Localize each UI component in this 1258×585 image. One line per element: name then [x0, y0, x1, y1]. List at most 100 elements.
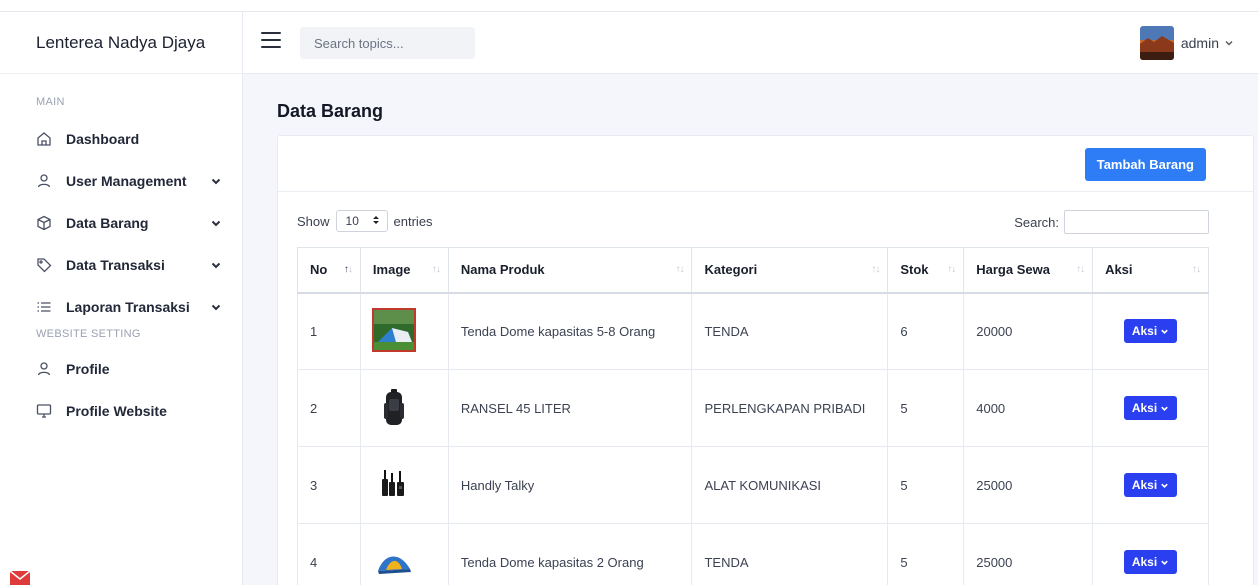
top-header: admin [243, 12, 1258, 74]
sidebar-item-label: User Management [66, 173, 187, 189]
cell-harga-sewa: 20000 [963, 292, 1094, 370]
cell-stok: 5 [887, 369, 965, 447]
cell-harga-sewa: 4000 [963, 369, 1094, 447]
cell-aksi: Aksi [1092, 369, 1209, 447]
cell-no: 1 [297, 292, 361, 370]
table-header-row: No ↑↓ Image ↑↓ Nama Produk ↑↓ Kategori ↑↓ St… [297, 247, 1209, 294]
sort-icon: ↑↓ [675, 264, 684, 275]
sort-icon: ↑↓ [947, 264, 956, 275]
sidebar-item-profile[interactable]: Profile [0, 348, 242, 390]
cell-stok: 5 [887, 446, 965, 524]
brand-name[interactable]: Lenterea Nadya Djaya [0, 12, 242, 74]
aksi-dropdown-button[interactable]: Aksi [1123, 396, 1178, 420]
user-icon [36, 173, 52, 189]
table-search: Search: [1014, 210, 1209, 234]
sidebar-item-data-barang[interactable]: Data Barang [0, 202, 242, 244]
chevron-down-icon [1161, 560, 1168, 565]
top-border [0, 0, 1258, 12]
table-row: 3 Handly Talky ALAT KOMUNIKASI 5 25000 A… [297, 446, 1209, 524]
dome-tent-photo [371, 538, 416, 583]
aksi-dropdown-button[interactable]: Aksi [1123, 550, 1178, 574]
entries-select[interactable]: 10 [335, 210, 388, 232]
cell-nama-produk: Handly Talky [447, 446, 693, 524]
chevron-down-icon [1161, 483, 1168, 488]
cell-nama-produk: Tenda Dome kapasitas 2 Orang [447, 523, 693, 585]
cell-kategori: TENDA [691, 523, 889, 585]
taskbar-app-icon[interactable] [10, 571, 30, 585]
data-table: No ↑↓ Image ↑↓ Nama Produk ↑↓ Kategori ↑↓ St… [297, 247, 1209, 585]
walkie-talkie-photo [371, 461, 416, 506]
search-input[interactable] [300, 27, 475, 59]
sidebar-item-profile-website[interactable]: Profile Website [0, 390, 242, 432]
sidebar-item-dashboard[interactable]: Dashboard [0, 118, 242, 160]
avatar [1139, 26, 1174, 60]
cell-image [359, 369, 449, 447]
column-header-nama-produk[interactable]: Nama Produk ↑↓ [447, 247, 693, 294]
section-label-main: MAIN [36, 96, 65, 108]
cell-image [359, 446, 449, 524]
sidebar: Lenterea Nadya Djaya MAIN Dashboard User… [0, 12, 243, 585]
sort-icon: ↑↓ [1192, 264, 1201, 275]
cell-no: 2 [297, 369, 361, 447]
search-label: Search: [1014, 214, 1059, 230]
user-name: admin [1180, 35, 1219, 51]
sort-icon: ↑↓ [431, 264, 441, 275]
backpack-photo [371, 384, 416, 429]
page-title: Data Barang [277, 101, 384, 121]
column-header-kategori[interactable]: Kategori ↑↓ [691, 247, 889, 294]
sort-icon: ↑↓ [871, 264, 880, 275]
aksi-dropdown-button[interactable]: Aksi [1123, 473, 1178, 497]
chevron-down-icon [210, 175, 222, 187]
cell-image [359, 292, 449, 370]
section-label-website: WEBSITE SETTING [36, 328, 141, 340]
cell-kategori: TENDA [691, 292, 889, 370]
user-menu[interactable]: admin [1139, 26, 1234, 60]
sidebar-item-label: Profile [66, 361, 110, 377]
sidebar-item-data-transaksi[interactable]: Data Transaksi [0, 244, 242, 286]
column-header-stok[interactable]: Stok ↑↓ [887, 247, 965, 294]
cell-aksi: Aksi [1092, 523, 1209, 585]
column-header-aksi[interactable]: Aksi ↑↓ [1092, 247, 1209, 294]
sidebar-item-label: Data Transaksi [66, 257, 165, 273]
add-item-button[interactable]: Tambah Barang [1084, 148, 1206, 181]
home-icon [36, 131, 52, 147]
sidebar-item-label: Profile Website [66, 403, 167, 419]
entries-length: Show 10 entries [297, 210, 433, 232]
table-row: 2 RANSEL 45 LITER PERLENGKAPAN PRIBADI 5… [297, 369, 1209, 447]
cell-aksi: Aksi [1092, 292, 1209, 370]
sort-icon: ↑↓ [1076, 264, 1085, 275]
user-icon [36, 361, 52, 377]
show-label: Show [297, 213, 330, 229]
tag-icon [36, 257, 52, 273]
table-controls: Show 10 entries Search: [297, 210, 1209, 234]
cell-aksi: Aksi [1092, 446, 1209, 524]
cell-harga-sewa: 25000 [963, 523, 1094, 585]
list-icon [36, 299, 52, 315]
sidebar-item-user-management[interactable]: User Management [0, 160, 242, 202]
chevron-down-icon [1224, 38, 1234, 48]
table-search-input[interactable] [1064, 210, 1209, 234]
box-icon [36, 215, 52, 231]
chevron-down-icon [1161, 329, 1168, 334]
sidebar-item-label: Laporan Transaksi [66, 299, 190, 315]
column-header-image[interactable]: Image ↑↓ [359, 247, 449, 294]
cell-kategori: ALAT KOMUNIKASI [691, 446, 889, 524]
menu-toggle-icon[interactable] [261, 32, 281, 48]
sidebar-item-label: Data Barang [66, 215, 149, 231]
cell-kategori: PERLENGKAPAN PRIBADI [691, 369, 889, 447]
sort-icon: ↑↓ [343, 264, 353, 275]
chevron-down-icon [1161, 406, 1168, 411]
cell-image [359, 523, 449, 585]
table-row: 4 Tenda Dome kapasitas 2 Orang TENDA 5 2… [297, 523, 1209, 585]
cell-stok: 6 [887, 292, 965, 370]
monitor-icon [36, 403, 52, 419]
table-row: 1 Tenda Dome kapasitas 5-8 Orang TENDA 6… [297, 292, 1209, 370]
column-header-harga-sewa[interactable]: Harga Sewa ↑↓ [963, 247, 1094, 294]
column-header-no[interactable]: No ↑↓ [297, 247, 361, 294]
card-header: Tambah Barang [278, 136, 1253, 192]
cell-stok: 5 [887, 523, 965, 585]
chevron-down-icon [210, 259, 222, 271]
sidebar-item-laporan-transaksi[interactable]: Laporan Transaksi [0, 286, 242, 328]
cell-no: 3 [297, 446, 361, 524]
aksi-dropdown-button[interactable]: Aksi [1123, 319, 1178, 344]
